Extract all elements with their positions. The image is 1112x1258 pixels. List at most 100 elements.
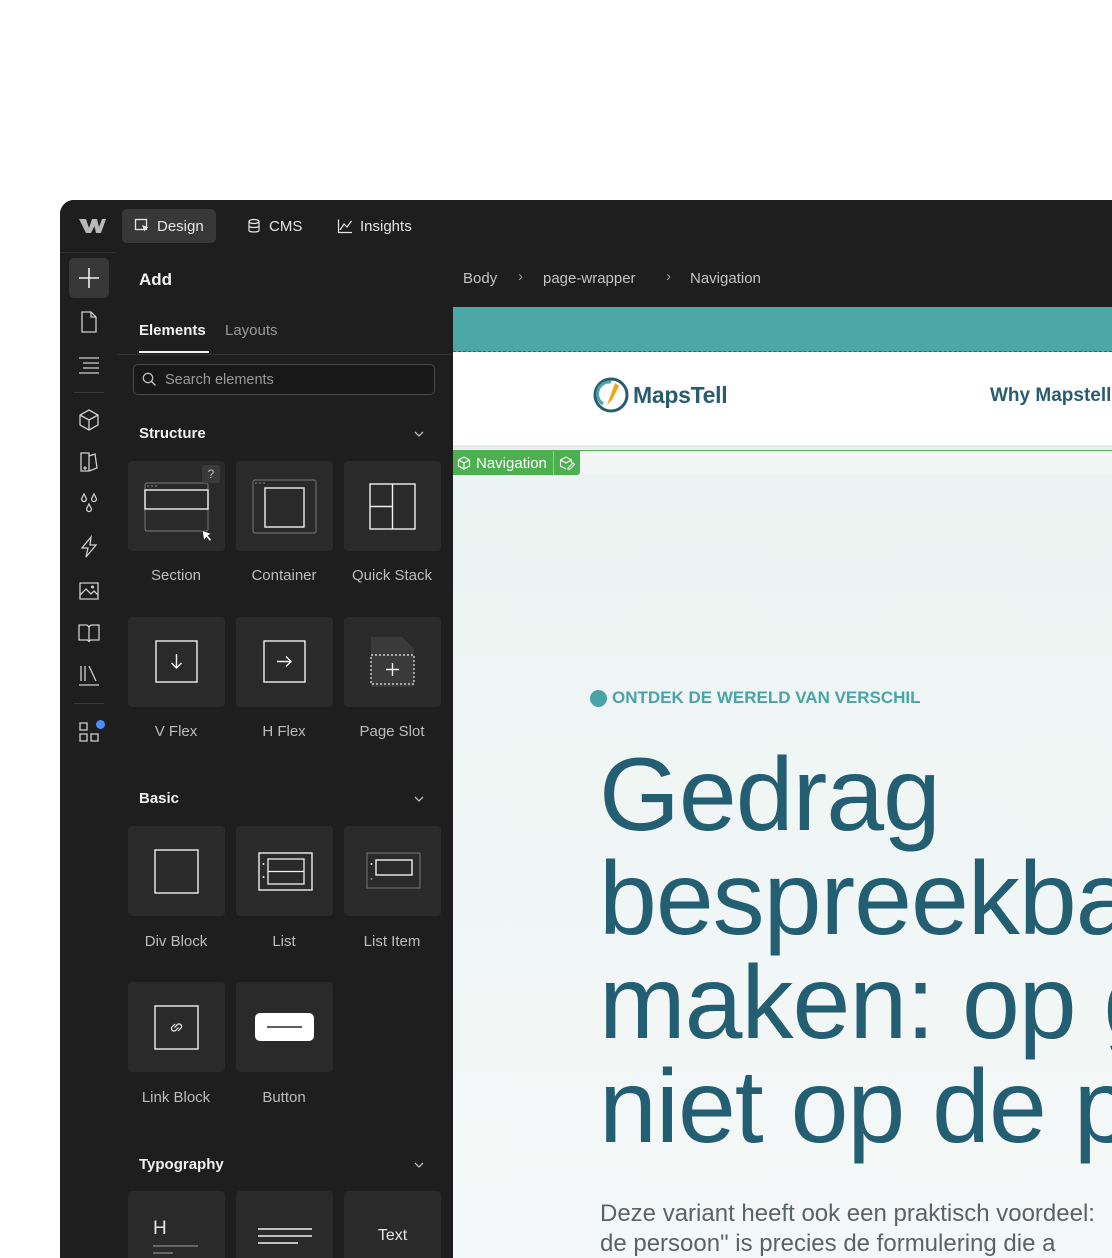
chevron-down-icon[interactable] — [413, 793, 425, 805]
element-tile-quick-stack[interactable] — [344, 461, 441, 551]
webflow-designer-window: Design CMS Insights Add Elements Layouts… — [60, 200, 1112, 1258]
element-tile-v-flex[interactable] — [128, 617, 225, 707]
brand-logo[interactable]: MapsTell — [593, 374, 728, 416]
libraries-button[interactable] — [69, 655, 109, 695]
design-mode-label: Design — [157, 217, 204, 235]
active-tab-indicator — [139, 351, 209, 353]
element-label-quick-stack: Quick Stack — [351, 567, 433, 584]
selection-label: Navigation — [453, 451, 553, 475]
element-tile-section[interactable]: ? — [128, 461, 225, 551]
palette-icon — [80, 452, 98, 472]
design-canvas[interactable]: Body › page-wrapper › Navigation MapsTel… — [453, 252, 1112, 1258]
section-header-structure[interactable]: Structure — [139, 425, 206, 442]
breadcrumb-body[interactable]: Body — [463, 270, 497, 287]
element-tile-paragraph[interactable] — [236, 1191, 333, 1258]
design-mode-button[interactable]: Design — [122, 209, 216, 243]
nav-link-why[interactable]: Why Mapstell — [990, 385, 1111, 407]
h-flex-icon — [263, 640, 306, 683]
element-label-v-flex: V Flex — [154, 723, 198, 740]
breadcrumb-navigation[interactable]: Navigation — [690, 270, 761, 287]
link-block-icon — [154, 1005, 199, 1050]
add-panel-button[interactable] — [69, 258, 109, 298]
element-tile-link-block[interactable] — [128, 982, 225, 1072]
element-label-section: Section — [150, 567, 202, 584]
element-label-link-block: Link Block — [141, 1089, 211, 1106]
element-label-list: List — [272, 933, 296, 950]
page-icon — [81, 311, 97, 333]
selected-element-tag[interactable]: Navigation — [453, 451, 580, 475]
element-tile-div-block[interactable] — [128, 826, 225, 916]
element-tile-h-flex[interactable] — [236, 617, 333, 707]
webflow-logo-icon[interactable] — [78, 215, 106, 237]
site-navigation[interactable]: MapsTell Why Mapstell — [453, 352, 1112, 449]
selection-tag-text: Navigation — [476, 454, 547, 472]
cms-collections-button[interactable] — [69, 613, 109, 653]
tab-elements[interactable]: Elements — [139, 322, 206, 339]
line-chart-icon — [337, 219, 352, 234]
text-glyph: Text — [377, 1227, 408, 1244]
insights-mode-button[interactable]: Insights — [325, 209, 424, 243]
search-icon — [142, 372, 156, 386]
list-icon — [258, 852, 313, 891]
eyebrow-dot — [590, 689, 607, 707]
rail-divider-2 — [74, 703, 104, 704]
element-tile-heading[interactable]: H — [128, 1191, 225, 1258]
chevron-right-icon: › — [666, 268, 671, 285]
hero-paragraph[interactable]: Deze variant heeft ook een praktisch voo… — [600, 1199, 1095, 1258]
apps-button[interactable] — [69, 712, 109, 752]
element-tile-button[interactable] — [236, 982, 333, 1072]
tab-layouts[interactable]: Layouts — [225, 322, 278, 339]
paragraph-icon — [258, 1228, 312, 1244]
announcement-bar[interactable] — [453, 307, 1112, 352]
components-button[interactable] — [69, 400, 109, 440]
component-cube-icon — [457, 456, 471, 470]
element-label-div-block: Div Block — [144, 933, 208, 950]
droplets-icon — [80, 492, 98, 513]
element-tile-container[interactable] — [236, 461, 333, 551]
chevron-down-icon[interactable] — [413, 428, 425, 440]
cms-mode-button[interactable]: CMS — [234, 209, 314, 243]
cms-mode-label: CMS — [269, 217, 303, 235]
plus-icon — [79, 268, 99, 288]
compass-logo-icon — [593, 377, 629, 413]
container-icon — [252, 479, 317, 534]
rail-divider — [74, 392, 104, 393]
pages-button[interactable] — [69, 302, 109, 342]
element-tile-list-item[interactable] — [344, 826, 441, 916]
element-label-container: Container — [251, 567, 317, 584]
navigator-icon — [79, 357, 99, 374]
database-icon — [248, 218, 260, 233]
notification-dot — [96, 720, 105, 729]
breadcrumb-page-wrapper[interactable]: page-wrapper — [543, 270, 636, 287]
variables-button[interactable] — [69, 442, 109, 482]
assets-button[interactable] — [69, 570, 109, 610]
edit-component-icon — [559, 456, 575, 470]
element-tile-list[interactable] — [236, 826, 333, 916]
element-tile-page-slot[interactable] — [344, 617, 441, 707]
v-flex-icon — [155, 640, 198, 683]
hero-headline[interactable]: Gedrag bespreekbaar maken: op gedrag, ni… — [599, 743, 1112, 1159]
page-slot-icon — [370, 637, 415, 687]
element-tile-text-block[interactable]: Text — [344, 1191, 441, 1258]
section-header-typography[interactable]: Typography — [139, 1156, 224, 1173]
insights-mode-label: Insights — [360, 217, 412, 235]
navigator-button[interactable] — [69, 345, 109, 385]
book-icon — [78, 624, 100, 643]
search-input[interactable] — [163, 370, 427, 389]
lightning-icon — [80, 535, 98, 558]
add-panel: Add Elements Layouts Structure ? Sec — [117, 252, 454, 1258]
chevron-down-icon[interactable] — [413, 1159, 425, 1171]
cursor-select-icon — [134, 218, 149, 232]
left-toolbar — [60, 252, 118, 1258]
element-label-page-slot: Page Slot — [359, 723, 425, 740]
cube-icon — [79, 409, 99, 431]
section-header-basic[interactable]: Basic — [139, 790, 179, 807]
edit-component-button[interactable] — [552, 451, 580, 475]
button-icon — [255, 1013, 314, 1041]
add-panel-tabs: Elements Layouts — [117, 318, 453, 355]
hero-eyebrow: ONTDEK DE WERELD VAN VERSCHIL — [590, 688, 921, 708]
styles-button[interactable] — [69, 484, 109, 524]
help-badge[interactable]: ? — [202, 465, 220, 483]
interactions-button[interactable] — [69, 527, 109, 567]
hero-section[interactable]: ONTDEK DE WERELD VAN VERSCHIL Gedrag bes… — [453, 475, 1112, 1258]
